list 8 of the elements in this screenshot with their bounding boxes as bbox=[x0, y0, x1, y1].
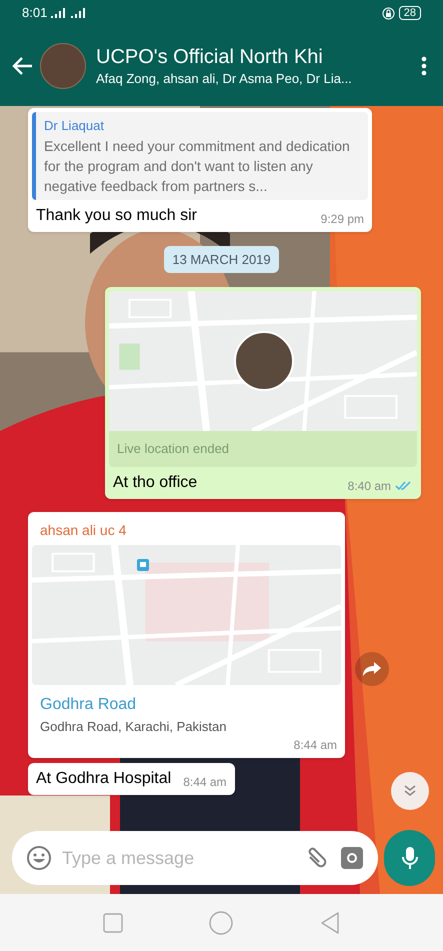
more-options-icon[interactable] bbox=[421, 56, 427, 76]
chat-members: Afaq Zong, ahsan ali, Dr Asma Peo, Dr Lia... bbox=[96, 70, 353, 88]
battery-indicator: 28 bbox=[398, 6, 421, 20]
signal-icon bbox=[51, 8, 88, 18]
status-time: 8:01 bbox=[22, 4, 48, 22]
back-arrow-icon[interactable] bbox=[12, 55, 34, 77]
chat-title: UCPO's Official North Khi bbox=[96, 45, 324, 70]
lock-icon bbox=[382, 6, 395, 20]
